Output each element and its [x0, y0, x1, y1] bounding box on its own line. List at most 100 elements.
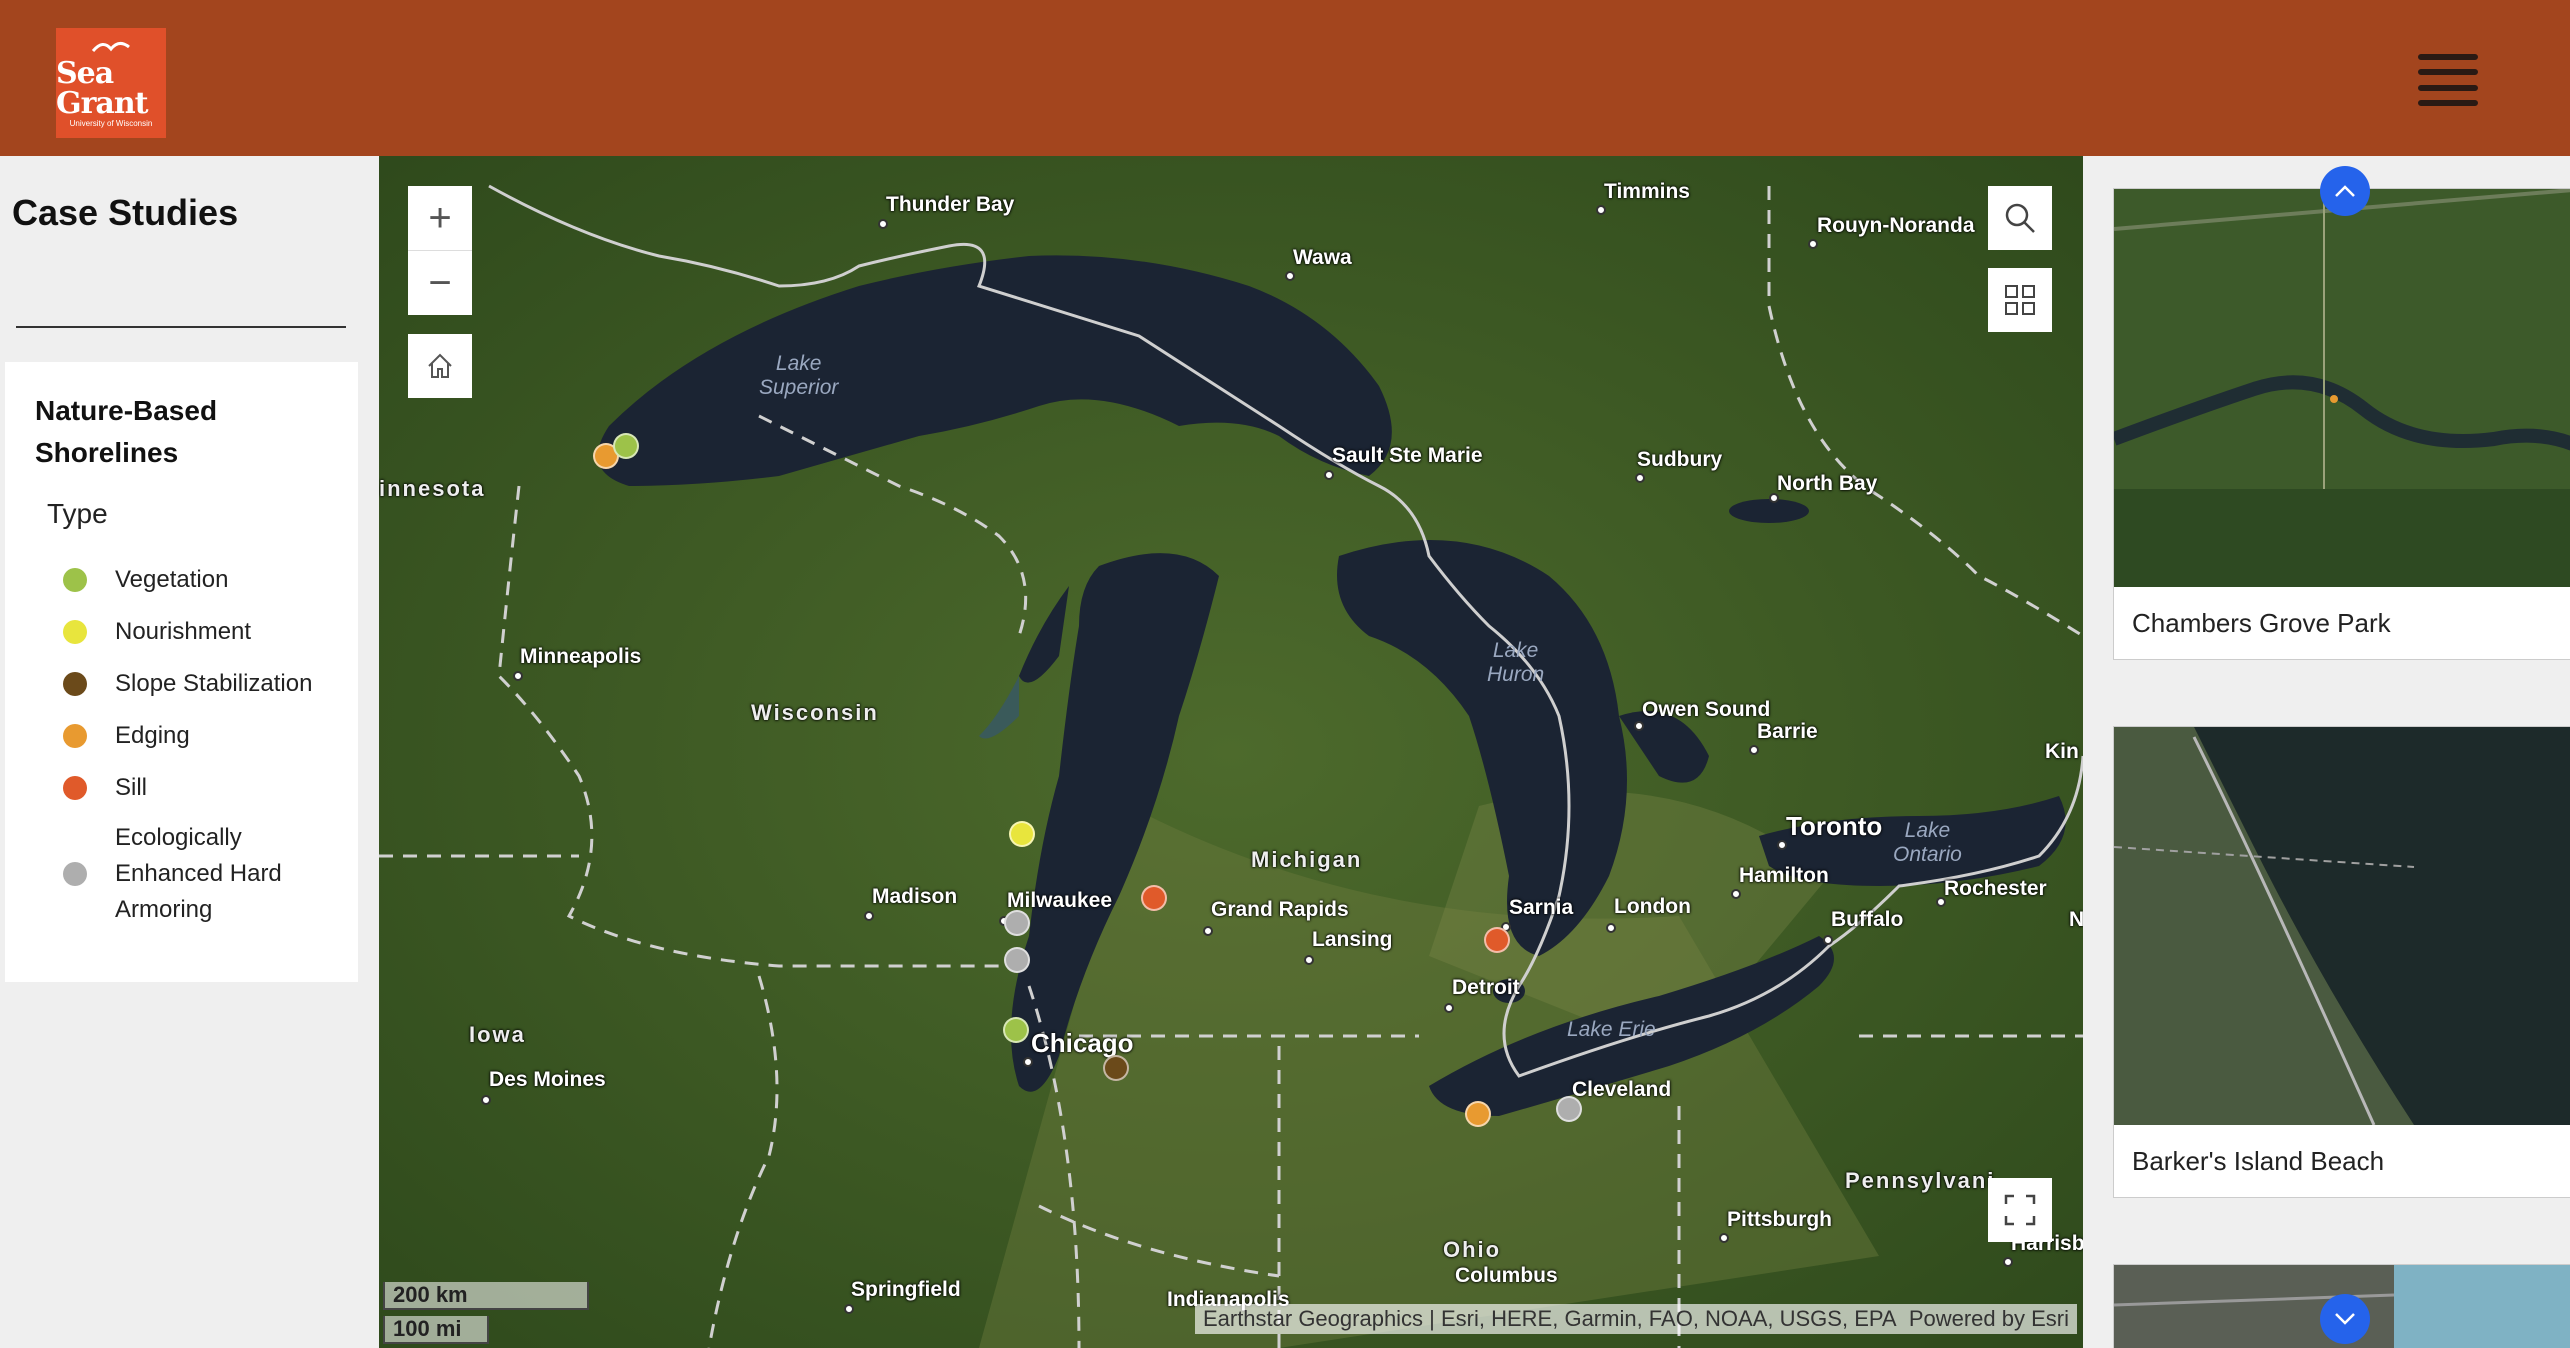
- legend-item-vegetation: Vegetation: [63, 554, 312, 606]
- map-label-sudbury: Sudbury: [1637, 448, 1723, 471]
- map-label-london: London: [1614, 895, 1691, 918]
- map-label-ohio: Ohio: [1443, 1237, 1502, 1262]
- basemap-gallery-button[interactable]: [1988, 268, 2052, 332]
- city-marker: [1304, 955, 1314, 965]
- feature-vegetation[interactable]: [1003, 1017, 1029, 1043]
- map-label-minnesota: innesota: [379, 476, 486, 501]
- map-label-pennsylvania: Pennsylvani: [1845, 1168, 1996, 1193]
- map-label-ny: N: [2069, 908, 2083, 931]
- feature-armoring[interactable]: [1556, 1096, 1582, 1122]
- map-label-hamilton: Hamilton: [1739, 864, 1829, 887]
- feature-sill[interactable]: [1484, 927, 1510, 953]
- minus-icon: −: [428, 260, 452, 305]
- city-marker: [513, 671, 523, 681]
- map-label-sault: Sault Ste Marie: [1332, 444, 1483, 467]
- home-button[interactable]: [408, 334, 472, 398]
- legend-swatch: [63, 862, 87, 886]
- legend-label: Edging: [115, 722, 190, 749]
- map-label-springfield: Springfield: [851, 1278, 961, 1301]
- legend-item-sill: Sill: [63, 762, 312, 814]
- legend-label: Sill: [115, 774, 148, 801]
- scroll-down-button[interactable]: [2320, 1294, 2370, 1344]
- map-label-owen-sound: Owen Sound: [1642, 698, 1771, 721]
- legend-swatch: [63, 620, 87, 644]
- legend-swatch: [63, 776, 87, 800]
- map-label-kingston: Kin: [2045, 740, 2079, 763]
- map-label-rouyn: Rouyn-Noranda: [1817, 214, 1975, 237]
- feature-vegetation[interactable]: [613, 433, 639, 459]
- legend-item-hard-armoring: Ecologically Enhanced Hard Armoring: [63, 820, 312, 928]
- map-label-rochester: Rochester: [1944, 877, 2047, 900]
- city-marker: [481, 1095, 491, 1105]
- city-marker: [878, 219, 888, 229]
- map-label-buffalo: Buffalo: [1831, 908, 1904, 931]
- legend-type-label: Type: [47, 498, 108, 529]
- feature-armoring[interactable]: [1004, 910, 1030, 936]
- home-icon: [428, 353, 452, 378]
- city-marker: [1749, 745, 1759, 755]
- legend-label: Slope Stabilization: [115, 670, 313, 697]
- hamburger-menu-icon[interactable]: [2418, 54, 2478, 106]
- map-label-minneapolis: Minneapolis: [520, 645, 642, 668]
- search-button[interactable]: [1988, 186, 2052, 250]
- city-marker: [1444, 1003, 1454, 1013]
- legend-swatch: [63, 568, 87, 592]
- map-label-columbus: Columbus: [1455, 1264, 1558, 1287]
- basemap-gallery-icon: [2005, 285, 2035, 315]
- feature-sill[interactable]: [1141, 885, 1167, 911]
- attribution-text: Earthstar Geographics | Esri, HERE, Garm…: [1202, 1306, 1897, 1331]
- legend-item-nourishment: Nourishment: [63, 606, 312, 658]
- legend-swatch: [63, 724, 87, 748]
- satellite-basemap: [379, 156, 2083, 1348]
- map-label-lansing: Lansing: [1312, 928, 1393, 951]
- city-marker: [844, 1304, 854, 1314]
- legend-item-edging: Edging: [63, 710, 312, 762]
- sea-grant-logo[interactable]: Sea Grant University of Wisconsin: [56, 28, 166, 138]
- map-label-toronto: Toronto: [1786, 811, 1883, 841]
- logo-text: Sea Grant: [56, 56, 149, 121]
- map-label-des-moines: Des Moines: [489, 1068, 606, 1091]
- city-marker: [2003, 1257, 2013, 1267]
- map-label-grand-rapids: Grand Rapids: [1211, 898, 1349, 921]
- case-study-list[interactable]: Chambers Grove Park Barker's Island Beac…: [2083, 156, 2570, 1348]
- lake-label: Lake Erie: [1567, 1018, 1656, 1041]
- city-marker: [1635, 473, 1645, 483]
- lake-label: Lake Ontario: [1893, 819, 1962, 866]
- map-label-cleveland: Cleveland: [1572, 1078, 1672, 1101]
- sidebar: Case Studies Nature-Based Shorelines Typ…: [0, 156, 375, 1348]
- map-label-madison: Madison: [872, 885, 958, 908]
- case-thumbnail: [2114, 189, 2570, 587]
- feature-nourishment[interactable]: [1009, 821, 1035, 847]
- case-thumbnail: [2114, 727, 2570, 1125]
- plus-icon: +: [428, 195, 452, 240]
- city-marker: [1731, 889, 1741, 899]
- fullscreen-button[interactable]: [1988, 1178, 2052, 1242]
- chevron-down-icon: [2335, 1313, 2355, 1325]
- chevron-up-icon: [2335, 185, 2355, 197]
- case-card[interactable]: Chambers Grove Park: [2113, 188, 2570, 660]
- zoom-out-button[interactable]: −: [408, 251, 472, 315]
- map-view[interactable]: Lake Superior Lake Huron Lake Erie Lake Ont…: [379, 156, 2083, 1348]
- city-marker: [1285, 271, 1295, 281]
- legend-panel: Nature-Based Shorelines Type Vegetation …: [5, 362, 358, 982]
- feature-slope-stabilization[interactable]: [1103, 1055, 1129, 1081]
- fullscreen-icon: [2004, 1194, 2036, 1226]
- scroll-up-button[interactable]: [2320, 166, 2370, 216]
- legend-swatch: [63, 672, 87, 696]
- map-label-timmins: Timmins: [1604, 180, 1690, 203]
- map-label-barrie: Barrie: [1757, 720, 1818, 743]
- map-attribution: Earthstar Geographics | Esri, HERE, Garm…: [1194, 1304, 2077, 1334]
- city-marker: [864, 911, 874, 921]
- map-label-milwaukee: Milwaukee: [1007, 889, 1113, 912]
- legend-label: Nourishment: [115, 618, 252, 645]
- feature-edging[interactable]: [1465, 1101, 1491, 1127]
- map-label-north-bay: North Bay: [1777, 472, 1878, 495]
- legend-label: Ecologically Enhanced Hard Armoring: [115, 824, 282, 923]
- zoom-in-button[interactable]: +: [408, 186, 472, 251]
- map-label-iowa: Iowa: [469, 1022, 526, 1047]
- city-marker: [1634, 721, 1644, 731]
- map-label-sarnia: Sarnia: [1509, 896, 1574, 919]
- feature-armoring[interactable]: [1004, 947, 1030, 973]
- case-card[interactable]: Barker's Island Beach: [2113, 726, 2570, 1198]
- powered-by: Powered by Esri: [1908, 1306, 2069, 1331]
